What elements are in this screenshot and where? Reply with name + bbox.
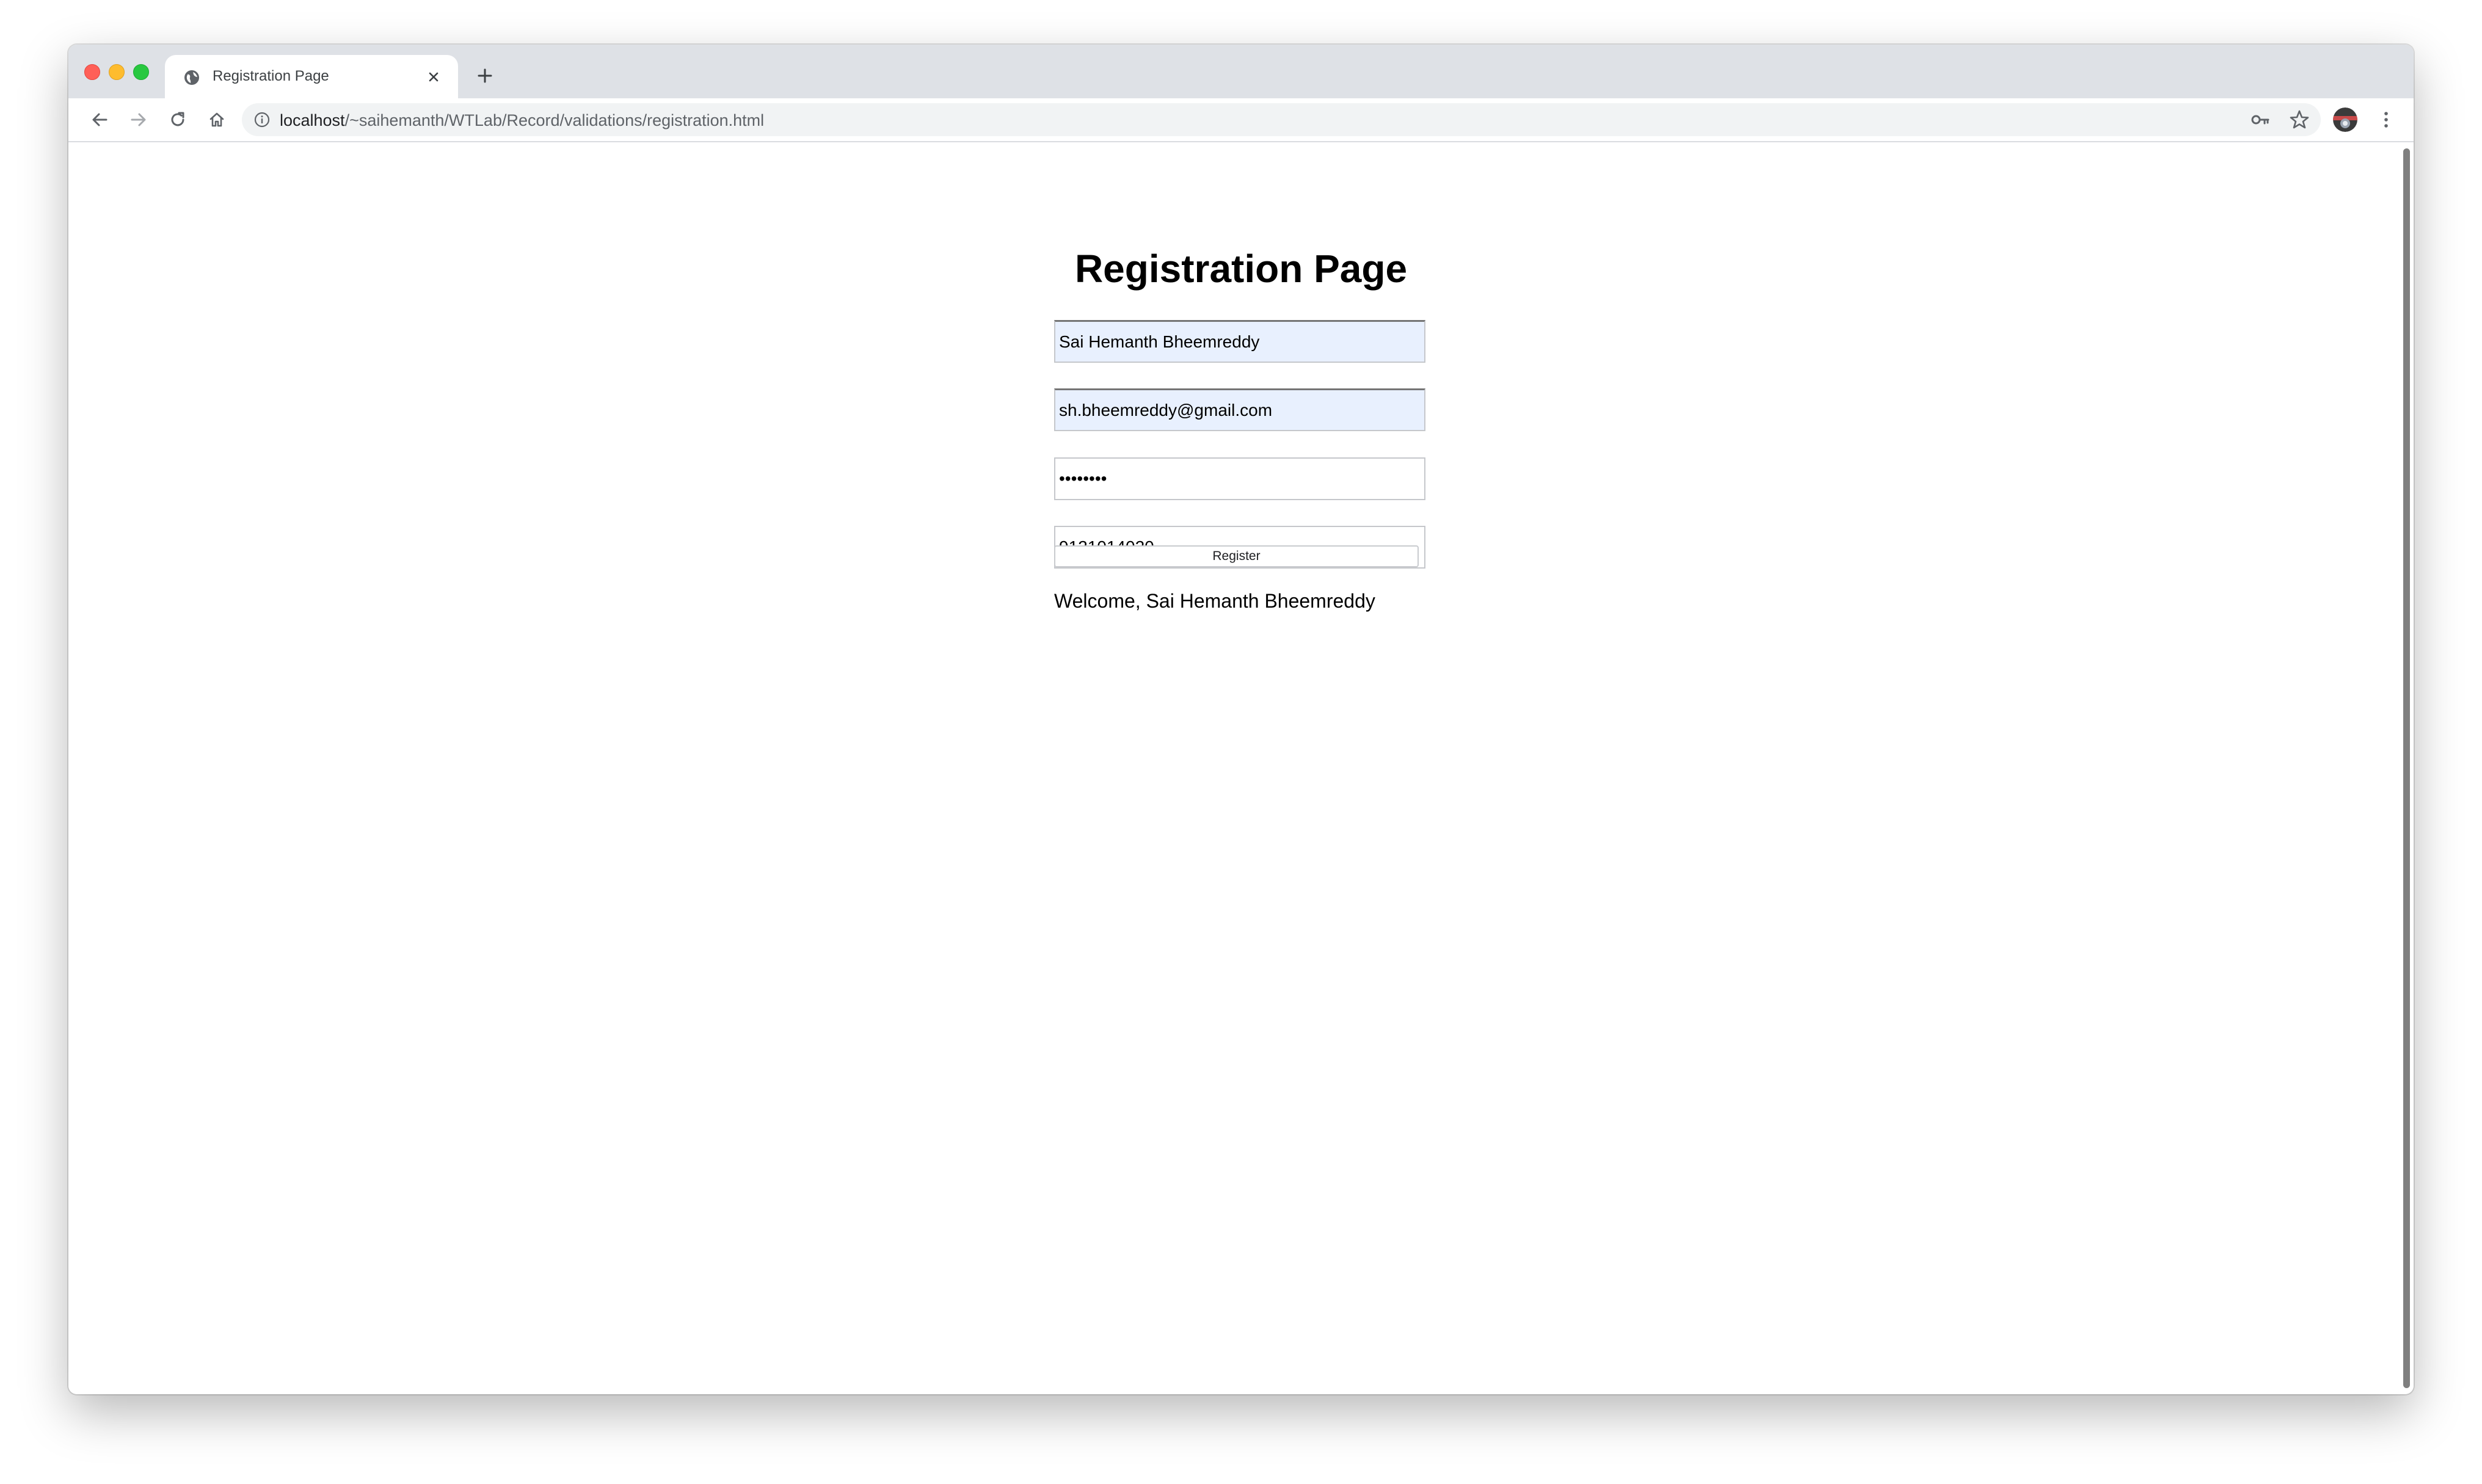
kebab-menu-icon[interactable]: [2373, 107, 2399, 133]
browser-toolbar: localhost/~saihemanth/WTLab/Record/valid…: [68, 98, 2414, 142]
avatar[interactable]: [2333, 107, 2357, 132]
info-icon[interactable]: [254, 112, 270, 128]
window-minimize-button[interactable]: [109, 64, 125, 80]
password-field[interactable]: [1054, 457, 1425, 500]
star-icon[interactable]: [2289, 109, 2310, 130]
window-maximize-button[interactable]: [133, 64, 149, 80]
email-field[interactable]: [1054, 388, 1425, 431]
home-icon[interactable]: [204, 107, 230, 133]
arrow-right-icon[interactable]: [126, 107, 151, 133]
page-content: Registration Page Register Welcome, Sai …: [68, 142, 2399, 1394]
address-bar[interactable]: localhost/~saihemanth/WTLab/Record/valid…: [242, 103, 2321, 136]
arrow-left-icon[interactable]: [87, 107, 112, 133]
url-path: /~saihemanth/WTLab/Record/validations/re…: [344, 111, 765, 129]
register-button[interactable]: Register: [1054, 545, 1419, 567]
key-icon[interactable]: [2250, 109, 2271, 130]
url-text: localhost/~saihemanth/WTLab/Record/valid…: [280, 111, 764, 130]
tab-strip: Registration Page: [68, 45, 2414, 98]
scrollbar-thumb[interactable]: [2403, 148, 2410, 1388]
window-close-button[interactable]: [84, 64, 100, 80]
tab-title: Registration Page: [213, 68, 329, 84]
name-field[interactable]: [1054, 320, 1425, 363]
page-title: Registration Page: [1074, 247, 1408, 291]
browser-window: Registration Page localhost/~saihemanth/…: [68, 45, 2414, 1394]
reload-icon[interactable]: [165, 107, 191, 133]
tab-registration-page[interactable]: Registration Page: [165, 55, 458, 98]
globe-icon: [183, 69, 200, 86]
url-host: localhost: [280, 111, 345, 129]
vertical-scrollbar[interactable]: [2399, 142, 2414, 1394]
welcome-message: Welcome, Sai Hemanth Bheemreddy: [1054, 590, 1375, 612]
close-tab-icon[interactable]: [424, 67, 443, 87]
new-tab-icon[interactable]: [473, 64, 497, 88]
